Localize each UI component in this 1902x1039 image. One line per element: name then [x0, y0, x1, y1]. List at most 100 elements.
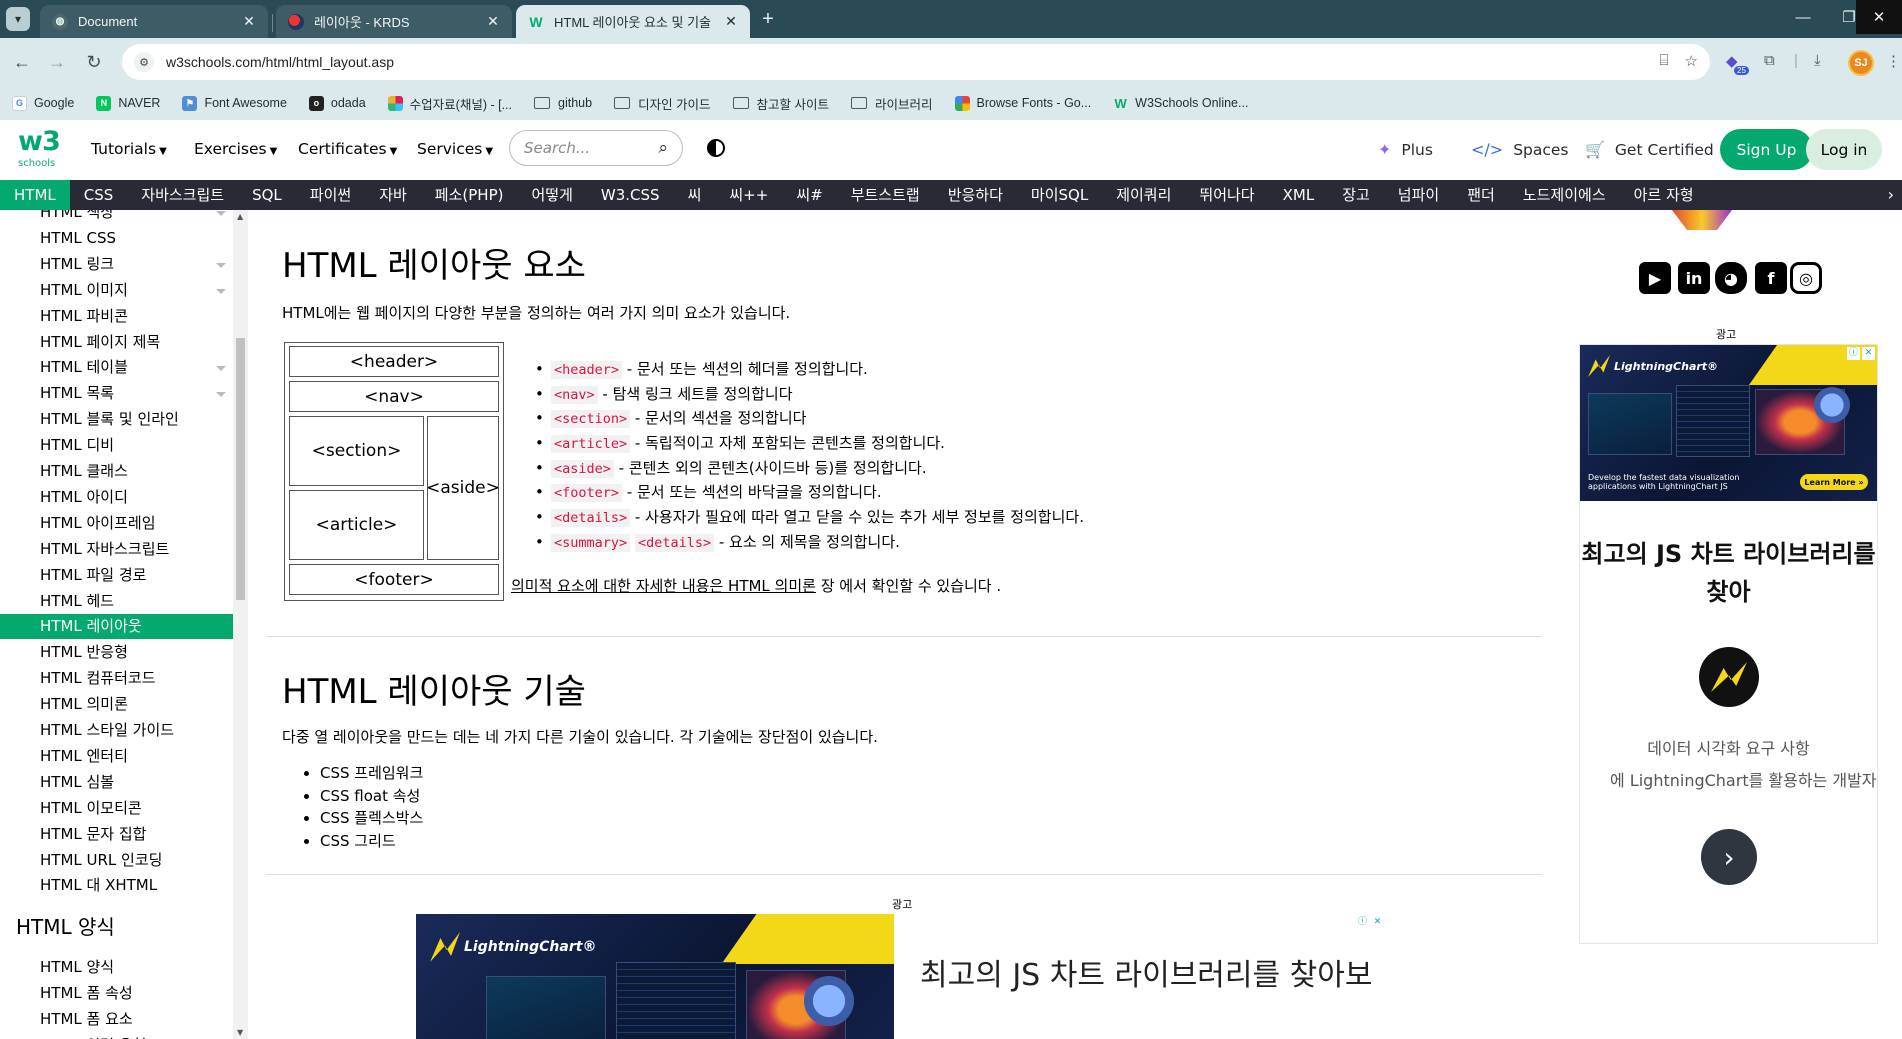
sidebar-item[interactable]: HTML 스타일 가이드	[0, 718, 233, 743]
get-certified-link[interactable]: 🛒 Get Certified	[1585, 140, 1714, 159]
sidebar-item[interactable]: HTML 반응형	[0, 640, 233, 665]
sidebar-item[interactable]: HTML CSS	[0, 226, 233, 251]
html-semantics-link[interactable]: 의미적 요소에 대한 자세한 내용은 HTML 의미론	[511, 577, 816, 595]
scroll-up-icon[interactable]: ▲	[237, 212, 243, 221]
sidebar-item[interactable]: HTML 링크	[0, 252, 233, 277]
tab-search-dropdown-icon[interactable]: ▾	[6, 7, 30, 31]
sidebar-item[interactable]: HTML 자바스크립트	[0, 537, 233, 562]
browser-tab-krds[interactable]: 레이아웃 - KRDS ✕	[276, 5, 512, 38]
sidebar-item[interactable]: HTML 심볼	[0, 770, 233, 795]
sign-up-button[interactable]: Sign Up	[1720, 129, 1813, 170]
subject-nav-item[interactable]: 씨	[674, 180, 716, 210]
bookmark-google-fonts[interactable]: Browse Fonts - Go...	[954, 95, 1091, 111]
sidebar-item[interactable]: HTML 엔터티	[0, 744, 233, 769]
sidebar-item[interactable]: HTML 클래스	[0, 459, 233, 484]
minimize-icon[interactable]: —	[1780, 0, 1826, 34]
sidebar-item[interactable]: HTML 이모티콘	[0, 796, 233, 821]
sidebar-item[interactable]: HTML 입력 유형	[0, 1033, 233, 1039]
bookmark-class-material[interactable]: 수업자료(채널) - [...	[387, 94, 512, 113]
ad-learn-more-button[interactable]: Learn More »	[1800, 474, 1868, 490]
facebook-icon[interactable]: f	[1755, 262, 1787, 294]
menu-kebab-icon[interactable]: ⋮	[1886, 52, 1901, 70]
sidebar-item[interactable]: HTML 페이지 제목	[0, 330, 233, 355]
expand-caret-icon[interactable]	[216, 392, 226, 398]
subject-nav-item[interactable]: 씨++	[715, 180, 782, 210]
sidebar-item[interactable]: HTML URL 인코딩	[0, 848, 233, 873]
subject-nav-item[interactable]: SQL	[238, 180, 296, 210]
search-icon[interactable]: ⌕	[658, 138, 668, 158]
subject-nav-item[interactable]: W3.CSS	[587, 180, 674, 210]
bookmark-font-awesome[interactable]: ⚑ Font Awesome	[182, 95, 287, 111]
sidebar-item[interactable]: HTML 대 XHTML	[0, 873, 233, 898]
sidebar-item[interactable]: HTML 이미지	[0, 278, 233, 303]
translate-icon[interactable]: ⌸	[1660, 52, 1669, 70]
youtube-icon[interactable]: ▶	[1639, 262, 1671, 294]
discord-icon[interactable]: ◕	[1715, 262, 1747, 294]
browser-tab-w3schools[interactable]: W HTML 레이아웃 요소 및 기술 ✕	[516, 5, 750, 38]
sidebar-item[interactable]: HTML 헤드	[0, 589, 233, 614]
subject-nav-item[interactable]: HTML	[0, 180, 70, 210]
subject-nav-item[interactable]: 반응하다	[934, 180, 1017, 210]
forward-icon[interactable]: →	[45, 50, 69, 74]
sidebar-item[interactable]: HTML 아이디	[0, 485, 233, 510]
bookmark-folder-design-guide[interactable]: 디자인 가이드	[614, 94, 711, 113]
sidebar-item[interactable]: HTML 문자 집합	[0, 822, 233, 847]
address-bar[interactable]: ⚙ w3schools.com/html/html_layout.asp ⌸ ☆	[122, 44, 1710, 80]
sidebar-item[interactable]: HTML 양식	[0, 955, 233, 980]
bookmark-folder-reference-sites[interactable]: 참고할 사이트	[732, 94, 829, 113]
subject-nav-item[interactable]: 자바스크립트	[127, 180, 238, 210]
site-info-icon[interactable]: ⚙	[134, 52, 154, 72]
close-tab-icon[interactable]: ✕	[722, 13, 740, 30]
close-tab-icon[interactable]: ✕	[240, 13, 258, 30]
new-tab-icon[interactable]: +	[757, 9, 779, 31]
search-input[interactable]: Search... ⌕	[509, 130, 683, 166]
reload-icon[interactable]: ↻	[82, 50, 106, 74]
bookmark-naver[interactable]: N NAVER	[96, 95, 160, 111]
subject-nav-item[interactable]: 자바	[365, 180, 421, 210]
sidebar-item[interactable]: HTML 블록 및 인라인	[0, 407, 233, 432]
ad-info-icon[interactable]: ⓘ	[1847, 347, 1860, 360]
sidebar-scrollbar[interactable]	[233, 210, 248, 1039]
instagram-icon[interactable]: ◎	[1790, 262, 1822, 294]
sidebar-item[interactable]: HTML 의미론	[0, 692, 233, 717]
sidebar-item[interactable]: HTML 파비콘	[0, 304, 233, 329]
subject-nav-item[interactable]: 부트스트랩	[837, 180, 934, 210]
expand-caret-icon[interactable]	[216, 262, 226, 268]
browser-tab-document[interactable]: ◍ Document ✕	[40, 5, 268, 38]
ad-close-icon[interactable]: ✕	[1862, 347, 1875, 360]
subject-nav-item[interactable]: XML	[1269, 180, 1329, 210]
sidebar-scrollbar-thumb[interactable]	[236, 338, 245, 600]
sidebar-item[interactable]: HTML 레이아웃	[0, 614, 233, 640]
expand-caret-icon[interactable]	[216, 288, 226, 294]
subject-nav-next-icon[interactable]: ›	[1888, 180, 1894, 210]
subject-nav-item[interactable]: 파이썬	[296, 180, 365, 210]
sidebar-item[interactable]: HTML 아이프레임	[0, 511, 233, 536]
back-icon[interactable]: ←	[10, 50, 34, 74]
close-window-icon[interactable]: ✕	[1856, 0, 1902, 34]
ad-next-arrow-icon[interactable]: ›	[1701, 829, 1757, 885]
bookmark-folder-github[interactable]: github	[534, 96, 592, 110]
bookmark-odada[interactable]: o odada	[308, 95, 366, 111]
certificates-menu[interactable]: Certificates ▼	[298, 140, 397, 158]
subject-nav-item[interactable]: 노드제이에스	[1509, 180, 1620, 210]
sidebar-item[interactable]: HTML 디비	[0, 433, 233, 458]
scroll-down-icon[interactable]: ▼	[237, 1028, 243, 1037]
bottom-advertisement[interactable]: LightningChart® 최고의 JS 차트 라이브러리를 찾아보 ⓘ ✕	[416, 914, 1386, 1039]
subject-nav-item[interactable]: 넘파이	[1384, 180, 1453, 210]
subject-nav-item[interactable]: CSS	[70, 180, 128, 210]
linkedin-icon[interactable]: in	[1678, 262, 1710, 294]
ad-close-icon[interactable]: ✕	[1371, 916, 1384, 929]
sidebar-item[interactable]: HTML 폼 요소	[0, 1007, 233, 1032]
expand-caret-icon[interactable]	[216, 366, 226, 372]
subject-nav-item[interactable]: 장고	[1328, 180, 1384, 210]
subject-nav-item[interactable]: 마이SQL	[1017, 180, 1102, 210]
download-icon[interactable]: ⤓	[1814, 52, 1821, 69]
subject-nav-item[interactable]: 페소(PHP)	[421, 180, 518, 210]
sidebar-item[interactable]: HTML 컴퓨터코드	[0, 666, 233, 691]
ad-choices[interactable]: ⓘ ✕	[1847, 347, 1875, 360]
close-tab-icon[interactable]: ✕	[484, 13, 502, 30]
services-menu[interactable]: Services ▼	[417, 140, 493, 158]
ad-info-icon[interactable]: ⓘ	[1356, 916, 1369, 929]
exercises-menu[interactable]: Exercises ▼	[194, 140, 277, 158]
subject-nav-item[interactable]: 어떻게	[517, 180, 586, 210]
